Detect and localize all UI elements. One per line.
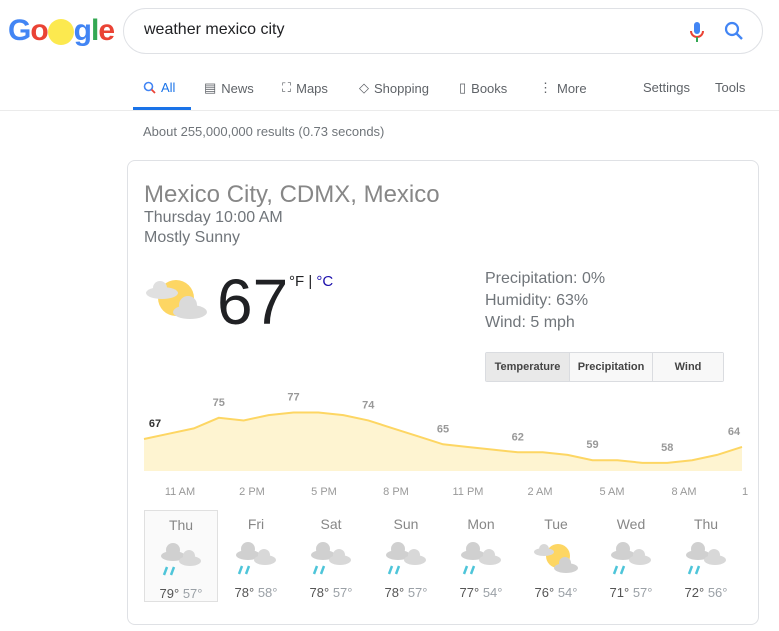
- time-axis-label: 11 AM: [165, 486, 195, 498]
- day-name: Thu: [693, 516, 719, 532]
- day-name: Wed: [616, 516, 646, 532]
- time-axis-label: 5 AM: [599, 486, 624, 498]
- day-name: Thu: [168, 517, 194, 533]
- time-axis-label: 5 PM: [311, 486, 337, 498]
- time-axis-label: 2 AM: [527, 486, 552, 498]
- time-axis-label: 8 AM: [671, 486, 696, 498]
- day-name: Sat: [320, 516, 342, 532]
- low-temp: 54°: [482, 585, 503, 600]
- rain-cloud-icon: [686, 542, 726, 575]
- rain-cloud-icon: [311, 542, 351, 575]
- forecast-day[interactable]: Wed 71° 57°: [594, 510, 668, 602]
- temp-data-label: 74: [362, 399, 375, 411]
- low-temp: 58°: [257, 585, 278, 600]
- high-temp: 77°: [459, 585, 480, 600]
- high-temp: 79°: [159, 586, 180, 601]
- rain-cloud-icon: [161, 543, 201, 576]
- high-temp: 71°: [609, 585, 630, 600]
- rain-cloud-icon: [611, 542, 651, 575]
- forecast-day[interactable]: Mon 77° 54°: [444, 510, 518, 602]
- low-temp: 54°: [557, 585, 578, 600]
- temp-data-label: 62: [512, 431, 524, 443]
- low-temp: 57°: [407, 585, 428, 600]
- low-temp: 57°: [632, 585, 653, 600]
- day-name: Mon: [467, 516, 495, 532]
- forecast-day[interactable]: Tue 76° 54°: [519, 510, 593, 602]
- day-name: Fri: [247, 516, 265, 532]
- low-temp: 56°: [707, 585, 728, 600]
- temp-data-label: 58: [661, 442, 673, 454]
- high-temp: 76°: [534, 585, 555, 600]
- forecast-day[interactable]: Sat 78° 57°: [294, 510, 368, 602]
- temp-data-label: 59: [586, 439, 598, 451]
- temp-data-label: 77: [287, 392, 299, 404]
- temp-data-label: 65: [437, 423, 449, 435]
- forecast-day[interactable]: Thu 79° 57°: [144, 510, 218, 602]
- day-name: Sun: [393, 516, 419, 532]
- time-axis-label: 8 PM: [383, 486, 409, 498]
- partly-sunny-icon: [534, 544, 578, 573]
- temp-data-label: 75: [213, 397, 225, 409]
- time-axis-label: 2 PM: [239, 486, 265, 498]
- low-temp: 57°: [182, 586, 203, 601]
- high-temp: 78°: [234, 585, 255, 600]
- time-axis-label: 11 PM: [453, 486, 484, 498]
- rain-cloud-icon: [236, 542, 276, 575]
- high-temp: 78°: [309, 585, 330, 600]
- high-temp: 78°: [384, 585, 405, 600]
- temp-data-label: 67: [149, 418, 161, 430]
- forecast-day[interactable]: Sun 78° 57°: [369, 510, 443, 602]
- forecast-day[interactable]: Thu 72° 56°: [669, 510, 743, 602]
- rain-cloud-icon: [461, 542, 501, 575]
- low-temp: 57°: [332, 585, 353, 600]
- day-name: Tue: [544, 516, 568, 532]
- rain-cloud-icon: [386, 542, 426, 575]
- time-axis-label: 1: [742, 486, 748, 498]
- high-temp: 72°: [684, 585, 705, 600]
- temp-data-label: 64: [728, 426, 741, 438]
- forecast-day[interactable]: Fri 78° 58°: [219, 510, 293, 602]
